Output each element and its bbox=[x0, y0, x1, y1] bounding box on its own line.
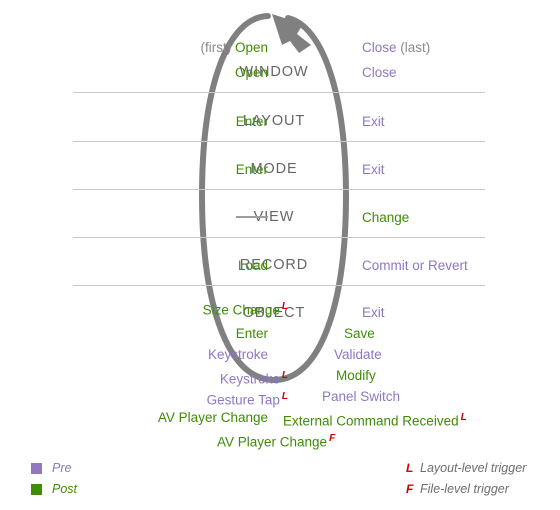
event-object-pre-exit: Exit bbox=[362, 304, 385, 321]
legend-key-layout: L bbox=[406, 461, 414, 475]
event-window-post-open: Open bbox=[235, 64, 268, 81]
event-object-post-external-command-received: External Command Received L bbox=[283, 409, 467, 430]
event-layout-post-enter: Enter bbox=[236, 113, 268, 130]
event-text: Exit bbox=[362, 305, 385, 320]
event-text: Validate bbox=[334, 347, 382, 362]
event-text: Gesture Tap bbox=[206, 392, 280, 408]
event-text: Panel Switch bbox=[322, 389, 401, 404]
event-window-pre-close: Close bbox=[362, 64, 397, 81]
event-layout-pre-exit: Exit bbox=[362, 113, 385, 130]
event-text: Keystroke bbox=[219, 371, 280, 387]
event-object-post-av-player-change-file: AV Player Change F bbox=[217, 430, 335, 451]
row-separator bbox=[73, 92, 485, 93]
legend-desc-file: File-level trigger bbox=[420, 482, 509, 496]
row-separator bbox=[73, 189, 485, 190]
event-view-pre-none-dash bbox=[236, 216, 268, 218]
event-text: Save bbox=[344, 326, 375, 341]
event-text: AV Player Change bbox=[157, 410, 268, 425]
event-text: Open bbox=[234, 65, 268, 80]
legend-swatch-post bbox=[31, 484, 42, 495]
event-prefix: (first) bbox=[200, 40, 235, 55]
row-separator bbox=[73, 237, 485, 238]
stage-label-mode: MODE bbox=[250, 161, 298, 177]
event-text: Modify bbox=[336, 368, 376, 383]
trigger-badge-layout: L bbox=[281, 370, 288, 381]
event-record-post-load: Load bbox=[238, 257, 268, 274]
event-object-post-size-change: Size Change L bbox=[203, 298, 288, 319]
row-separator bbox=[73, 285, 485, 286]
event-text: Exit bbox=[362, 114, 385, 129]
event-record-pre-commit-or-revert: Commit or Revert bbox=[362, 257, 468, 274]
legend-swatch-pre bbox=[31, 463, 42, 474]
event-mode-pre-exit: Exit bbox=[362, 161, 385, 178]
trigger-badge-layout: L bbox=[460, 412, 467, 423]
event-object-pre-gesture-tap: Gesture Tap L bbox=[207, 388, 288, 409]
event-object-post-save: Save bbox=[344, 325, 375, 342]
event-text: Size Change bbox=[202, 302, 280, 318]
event-text: Load bbox=[237, 258, 268, 273]
legend-key-file: F bbox=[406, 482, 414, 496]
event-suffix: (last) bbox=[396, 40, 431, 55]
stage-label-layout: LAYOUT bbox=[242, 113, 306, 129]
trigger-badge-layout: L bbox=[281, 301, 288, 312]
event-text: Exit bbox=[362, 162, 385, 177]
stage-label-record: RECORD bbox=[239, 257, 309, 273]
event-text: Open bbox=[234, 40, 268, 55]
event-text: AV Player Change bbox=[217, 434, 328, 450]
event-object-pre-validate: Validate bbox=[334, 346, 382, 363]
event-mode-post-enter: Enter bbox=[236, 161, 268, 178]
stage-label-window: WINDOW bbox=[239, 64, 309, 80]
event-text: Change bbox=[362, 210, 410, 225]
trigger-badge-file: F bbox=[329, 433, 336, 444]
event-view-post-change: Change bbox=[362, 209, 409, 226]
event-text: External Command Received bbox=[283, 413, 459, 429]
stage-label-view: VIEW bbox=[253, 209, 295, 225]
event-cycle-diagram: WINDOW LAYOUT MODE VIEW RECORD OBJECT (f… bbox=[0, 0, 560, 510]
legend-label-pre: Pre bbox=[52, 461, 72, 475]
trigger-badge-layout: L bbox=[281, 391, 288, 402]
event-text: Commit or Revert bbox=[362, 258, 468, 273]
event-text: Close bbox=[362, 65, 397, 80]
legend-desc-layout: Layout-level trigger bbox=[420, 461, 527, 475]
event-window-post-first-open: (first) Open bbox=[200, 39, 268, 56]
event-object-post-enter: Enter bbox=[236, 325, 268, 342]
event-object-post-modify: Modify bbox=[336, 367, 376, 384]
event-text: Keystroke bbox=[207, 347, 268, 362]
event-text: Close bbox=[362, 40, 397, 55]
event-text: Enter bbox=[235, 326, 268, 341]
row-separator bbox=[73, 141, 485, 142]
event-text: Enter bbox=[235, 162, 268, 177]
event-object-pre-panel-switch: Panel Switch bbox=[322, 388, 400, 405]
event-object-pre-keystroke-layout: Keystroke L bbox=[220, 367, 288, 388]
event-window-pre-close-last: Close (last) bbox=[362, 39, 430, 56]
event-object-post-av-player-change: AV Player Change bbox=[158, 409, 268, 426]
event-object-pre-keystroke: Keystroke bbox=[208, 346, 268, 363]
event-text: Enter bbox=[235, 114, 268, 129]
legend-label-post: Post bbox=[52, 482, 78, 496]
